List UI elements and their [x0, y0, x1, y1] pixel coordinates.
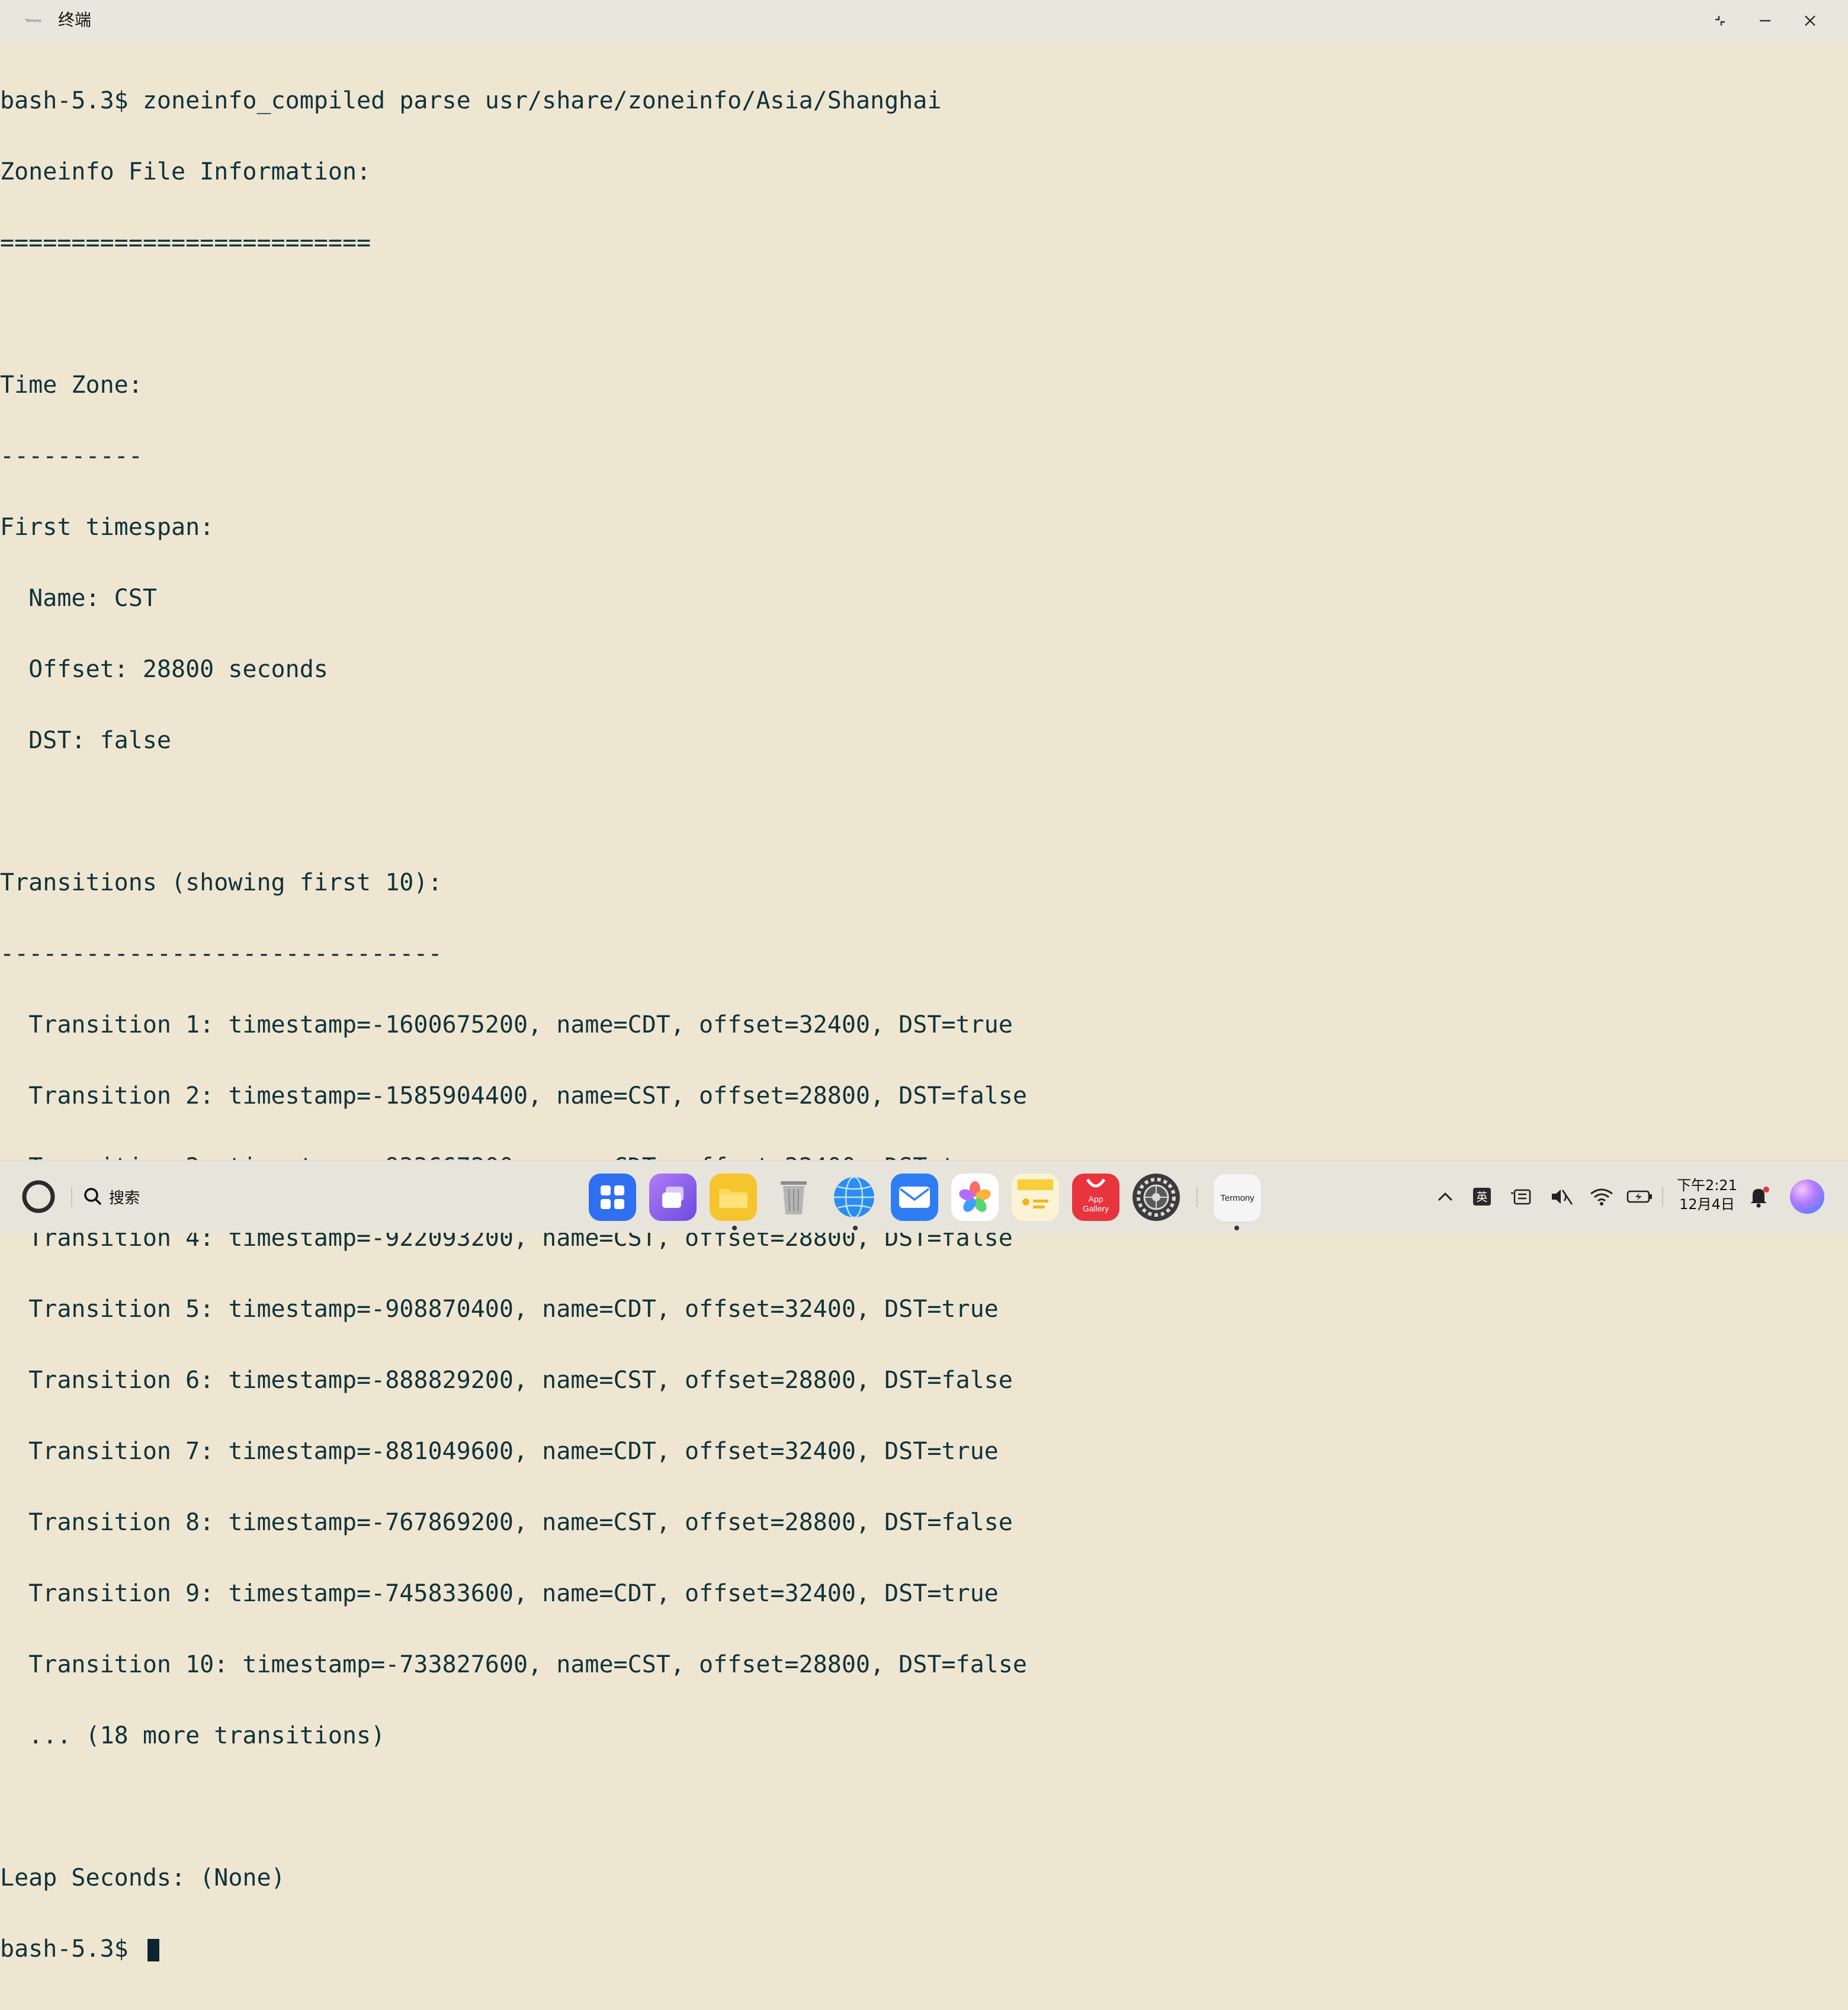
folder-icon [719, 1189, 747, 1208]
svg-text:英: 英 [1476, 1191, 1487, 1204]
multitask-icon [662, 1187, 684, 1208]
battery-button[interactable] [1625, 1182, 1655, 1211]
settings-button[interactable] [1132, 1174, 1180, 1221]
search-label: 搜索 [109, 1189, 140, 1207]
terminal-line: Offset: 28800 seconds [0, 656, 328, 683]
files-button[interactable] [710, 1174, 757, 1221]
clock[interactable]: 下午2:21 12月4日 [1671, 1176, 1743, 1214]
title-bar[interactable]: Termony 终端 [0, 0, 1848, 41]
volume-button[interactable] [1548, 1182, 1574, 1211]
terminal-line: Name: CST [0, 585, 157, 612]
close-button[interactable] [1794, 6, 1827, 36]
photos-button[interactable] [951, 1174, 999, 1221]
terminal-line: DST: false [0, 727, 171, 754]
mail-button[interactable] [891, 1174, 938, 1221]
start-ring-icon [22, 1180, 55, 1213]
svg-text:Termony: Termony [1220, 1193, 1255, 1203]
app-grid-icon [601, 1185, 624, 1209]
app-gallery-button[interactable]: App Gallery [1072, 1174, 1119, 1221]
clock-time: 下午2:21 [1677, 1177, 1737, 1194]
terminal-line: Time Zone: [0, 371, 143, 399]
running-indicator [1234, 1226, 1239, 1230]
terminal-line: Transition 9: timestamp=-745833600, name… [0, 1580, 999, 1607]
app-grid-button[interactable] [589, 1174, 636, 1221]
taskbar-divider [71, 1187, 72, 1207]
minimize-button[interactable] [1748, 6, 1782, 36]
terminal-line: Transition 10: timestamp=-733827600, nam… [0, 1651, 1027, 1678]
notes-icon [1018, 1179, 1053, 1208]
gear-icon [1137, 1178, 1176, 1217]
text-cursor [147, 1939, 159, 1961]
terminal-output[interactable]: bash-5.3$ zoneinfo_compiled parse usr/sh… [0, 41, 1848, 1961]
terminal-line: Transition 1: timestamp=-1600675200, nam… [0, 1011, 1013, 1038]
ime-icon: 英 [1473, 1188, 1491, 1206]
svg-text:App: App [1089, 1194, 1103, 1204]
termony-app-icon: Termony [23, 14, 44, 26]
app-gallery-icon: App Gallery [1083, 1178, 1109, 1213]
terminal-line: Zoneinfo File Information: [0, 158, 371, 185]
close-icon [1805, 15, 1815, 26]
wifi-icon [1590, 1188, 1613, 1206]
restore-icon [1715, 16, 1725, 25]
terminal-line: bash-5.3$ zoneinfo_compiled parse usr/sh… [0, 87, 942, 114]
terminal-line: Transition 8: timestamp=-767869200, name… [0, 1509, 1013, 1536]
terminal-line: ------------------------------- [0, 940, 442, 967]
trash-button[interactable] [770, 1174, 817, 1221]
clock-date: 12月4日 [1679, 1196, 1735, 1213]
terminal-window: Termony 终端 bash-5.3$ zoneinfo_compiled p… [0, 0, 1848, 1961]
bell-icon [1750, 1187, 1769, 1208]
clipboard-icon [1511, 1189, 1531, 1205]
window-title: 终端 [58, 10, 92, 30]
chevron-up-icon [1438, 1192, 1453, 1201]
terminal-line: ... (18 more transitions) [0, 1722, 386, 1749]
terminal-line: Transitions (showing first 10): [0, 869, 442, 896]
multitask-button[interactable] [649, 1174, 697, 1221]
mail-icon [899, 1187, 930, 1208]
terminal-line: ========================== [0, 229, 371, 257]
terminal-line: Transition 7: timestamp=-881049600, name… [0, 1438, 999, 1465]
tray-divider [1662, 1187, 1663, 1207]
terminal-prompt-line[interactable]: bash-5.3$ [0, 1937, 1848, 1961]
browser-globe-icon [834, 1176, 874, 1219]
terminal-line: Transition 2: timestamp=-1585904400, nam… [0, 1082, 1027, 1110]
clipboard-button[interactable] [1508, 1182, 1534, 1211]
browser-button[interactable] [830, 1174, 878, 1221]
trash-icon [781, 1181, 807, 1214]
wifi-button[interactable] [1587, 1182, 1616, 1211]
terminal-line: Leap Seconds: (None) [0, 1864, 285, 1892]
search-icon [84, 1188, 102, 1206]
running-indicator [732, 1226, 737, 1230]
taskbar: 搜索 App Gallery Termony 英 下午2:21 12月4日 [0, 1160, 1848, 1233]
svg-text:Termony: Termony [25, 19, 41, 23]
termony-button[interactable]: Termony [1213, 1174, 1262, 1222]
start-button[interactable] [20, 1178, 57, 1215]
ime-indicator[interactable]: 英 [1470, 1182, 1494, 1211]
battery-charging-icon [1626, 1190, 1652, 1203]
running-indicator [853, 1226, 858, 1230]
notes-button[interactable] [1012, 1174, 1059, 1221]
restore-button[interactable] [1703, 6, 1737, 36]
terminal-line: ---------- [0, 443, 143, 470]
shell-prompt: bash-5.3$ [0, 1935, 143, 1963]
terminal-line: First timespan: [0, 514, 214, 541]
tray-expand-button[interactable] [1433, 1182, 1457, 1211]
termony-icon: Termony [1220, 1193, 1255, 1203]
terminal-line: Transition 5: timestamp=-908870400, name… [0, 1296, 999, 1323]
minimize-icon [1760, 20, 1770, 22]
assistant-orb-button[interactable] [1790, 1179, 1824, 1214]
terminal-line: Transition 6: timestamp=-888829200, name… [0, 1367, 1013, 1394]
svg-text:Gallery: Gallery [1083, 1204, 1109, 1213]
search-button[interactable]: 搜索 [83, 1178, 140, 1215]
dock-divider [1196, 1187, 1198, 1207]
notifications-button[interactable] [1746, 1182, 1772, 1211]
photos-flower-icon [959, 1181, 991, 1212]
volume-muted-icon [1552, 1190, 1573, 1205]
